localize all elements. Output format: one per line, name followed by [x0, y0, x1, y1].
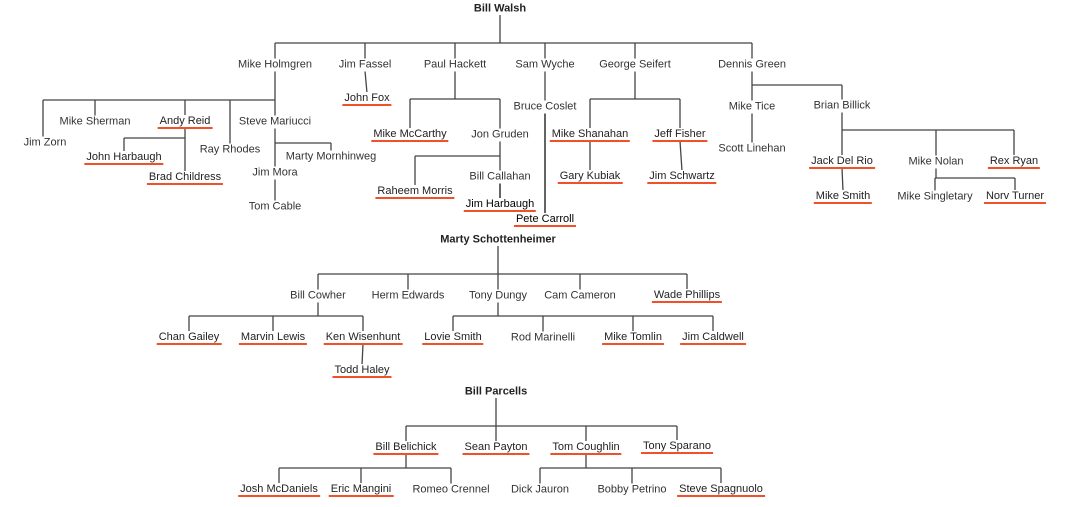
coach-link-turner[interactable]: Norv Turner: [983, 190, 1047, 204]
coach-link-belichick[interactable]: Bill Belichick: [373, 441, 439, 455]
coach-node-coslet: Bruce Coslet: [511, 100, 579, 114]
coach-link-mcdaniels[interactable]: Josh McDaniels: [238, 483, 320, 497]
coach-link-lsmith[interactable]: Lovie Smith: [422, 331, 484, 345]
coach-link-morris[interactable]: Raheem Morris: [375, 185, 455, 199]
coach-node-gruden: Jon Gruden: [469, 128, 531, 142]
coach-link-reid[interactable]: Andy Reid: [157, 115, 213, 129]
coach-link-tomlin[interactable]: Mike Tomlin: [602, 331, 664, 345]
coach-link-spagnuolo[interactable]: Steve Spagnuolo: [677, 483, 765, 497]
coach-link-sparano[interactable]: Tony Sparano: [641, 440, 713, 454]
connector-fassel-fox: [364, 70, 368, 94]
connector-whisenhunt-haley: [361, 343, 364, 366]
coach-link-shanahan[interactable]: Mike Shanahan: [549, 128, 631, 142]
coach-node-hackett: Paul Hackett: [421, 58, 489, 72]
coach-node-edwards: Herm Edwards: [369, 289, 447, 303]
connector-fisher-schwartz: [679, 140, 683, 172]
coach-link-phillips[interactable]: Wade Phillips: [651, 289, 723, 303]
coach-node-rhodes: Ray Rhodes: [197, 143, 263, 157]
coach-node-mornhinweg: Marty Mornhinweg: [283, 150, 379, 164]
coach-node-crennel: Romeo Crennel: [410, 483, 492, 497]
coach-link-mangini[interactable]: Eric Mangini: [328, 483, 394, 497]
coach-node-cable: Tom Cable: [246, 200, 304, 214]
coach-node-cowher: Bill Cowher: [288, 289, 348, 303]
coach-link-jharbaugh[interactable]: John Harbaugh: [84, 151, 164, 165]
coach-link-caldwell[interactable]: Jim Caldwell: [680, 331, 746, 345]
coach-node-jauron: Dick Jauron: [508, 483, 572, 497]
coach-node-billick: Brian Billick: [811, 99, 873, 113]
coach-link-lewis[interactable]: Marvin Lewis: [238, 331, 308, 345]
coach-link-smith[interactable]: Mike Smith: [813, 190, 873, 204]
tree-root-walsh: Bill Walsh: [473, 2, 527, 15]
coach-node-tice: Mike Tice: [726, 100, 778, 114]
tree-root-parcells: Bill Parcells: [464, 385, 528, 398]
coach-node-mariucci: Steve Mariucci: [236, 115, 314, 129]
coach-link-haley[interactable]: Todd Haley: [332, 364, 392, 378]
coach-link-fox[interactable]: John Fox: [342, 92, 392, 106]
coaching-tree-diagram: Bill Walsh Mike Holmgren Jim Fassel Paul Ha…: [0, 0, 1065, 507]
coach-node-fassel: Jim Fassel: [336, 58, 394, 72]
coach-node-nolan: Mike Nolan: [906, 155, 966, 169]
coach-node-callahan: Bill Callahan: [467, 170, 533, 184]
coach-node-holmgren: Mike Holmgren: [236, 58, 314, 72]
coach-node-marinelli: Rod Marinelli: [508, 331, 578, 345]
coach-node-seifert: George Seifert: [597, 58, 673, 72]
coach-node-zorn: Jim Zorn: [21, 136, 69, 150]
coach-link-fisher[interactable]: Jeff Fisher: [652, 128, 708, 142]
coach-node-wyche: Sam Wyche: [513, 58, 577, 72]
coach-link-schwartz[interactable]: Jim Schwartz: [647, 170, 717, 184]
coach-link-gailey[interactable]: Chan Gailey: [156, 331, 222, 345]
coach-link-carroll[interactable]: Pete Carroll: [513, 213, 577, 227]
coach-node-cameron: Cam Cameron: [542, 289, 618, 303]
coach-link-kubiak[interactable]: Gary Kubiak: [557, 170, 623, 184]
coach-node-sherman: Mike Sherman: [57, 115, 133, 129]
tree-root-marty: Marty Schottenheimer: [440, 233, 556, 246]
coach-link-rexryan[interactable]: Rex Ryan: [987, 155, 1041, 169]
connector-lines: [42, 15, 1016, 484]
coach-node-petrino: Bobby Petrino: [595, 483, 669, 497]
coach-link-payton[interactable]: Sean Payton: [462, 441, 530, 455]
coach-link-mccarthy[interactable]: Mike McCarthy: [371, 128, 449, 142]
coach-link-jimharbaugh[interactable]: Jim Harbaugh: [463, 198, 537, 212]
coach-link-coughlin[interactable]: Tom Coughlin: [550, 441, 622, 455]
coach-link-whisenhunt[interactable]: Ken Wisenhunt: [323, 331, 403, 345]
coach-link-delrio[interactable]: Jack Del Rio: [809, 155, 875, 169]
coach-node-linehan: Scott Linehan: [716, 142, 788, 156]
coach-node-mora: Jim Mora: [250, 166, 300, 180]
coach-link-childress[interactable]: Brad Childress: [146, 171, 224, 185]
coach-node-dungy: Tony Dungy: [466, 289, 530, 303]
connector-delrio-smith: [841, 167, 844, 192]
coach-node-singletary: Mike Singletary: [895, 190, 975, 204]
coach-node-green: Dennis Green: [716, 58, 788, 72]
